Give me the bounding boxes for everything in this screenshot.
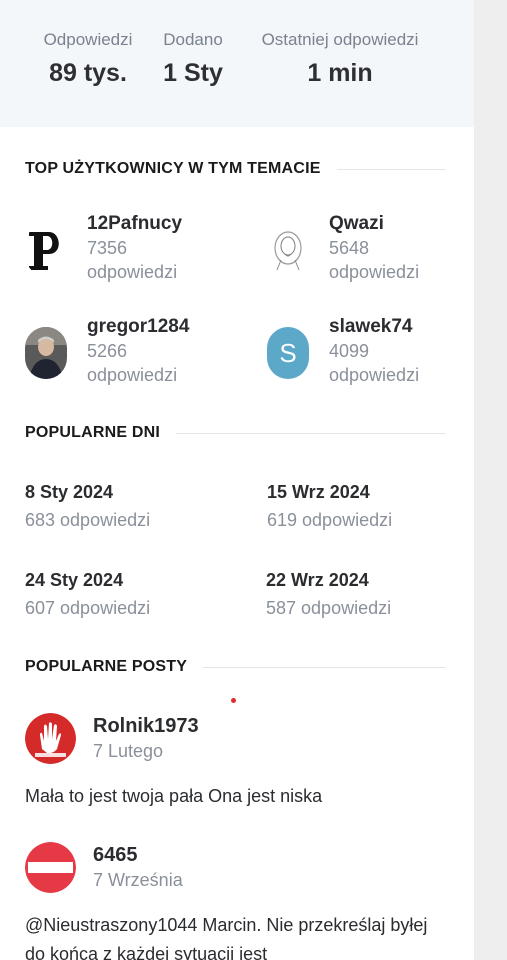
section-title: POPULARNE POSTY (25, 658, 188, 675)
avatar[interactable] (25, 842, 76, 893)
thread-sidebar: Odpowiedzi 89 tys. Dodano 1 Sty Ostatnie… (0, 0, 474, 960)
avatar[interactable] (267, 224, 309, 276)
reply-unit: odpowiedzi (87, 365, 178, 385)
day-date: 15 Wrz 2024 (267, 482, 370, 502)
top-user-12pafnucy[interactable]: 12Pafnucy 7356 odpowiedzi (25, 212, 182, 284)
popular-days-header: POPULARNE DNI (25, 424, 446, 442)
page-gutter (474, 0, 507, 960)
divider (336, 168, 446, 170)
thread-stats: Odpowiedzi 89 tys. Dodano 1 Sty Ostatnie… (0, 0, 474, 127)
stat-label: Dodano (163, 30, 223, 49)
user-photo-icon (25, 327, 67, 379)
reply-unit: odpowiedzi (329, 365, 420, 385)
author-name[interactable]: Rolnik1973 (93, 714, 199, 738)
letter-p-logo-icon (25, 224, 67, 276)
unread-dot (231, 698, 236, 703)
divider (176, 432, 446, 434)
day-count: 607 odpowiedzi (25, 598, 151, 618)
stat-added: Dodano 1 Sty (158, 30, 228, 127)
top-user-gregor1284[interactable]: gregor1284 5266 odpowiedzi (25, 315, 189, 387)
post-text[interactable]: @Nieustraszony1044 Marcin. Nie przekreśl… (25, 911, 445, 960)
popular-day[interactable]: 15 Wrz 2024 619 odpowiedzi (267, 480, 392, 532)
reply-unit: odpowiedzi (329, 262, 420, 282)
avatar[interactable] (25, 224, 67, 276)
user-name[interactable]: 12Pafnucy (87, 212, 182, 236)
author-name[interactable]: 6465 (93, 843, 183, 867)
day-date: 8 Sty 2024 (25, 482, 114, 502)
day-count: 587 odpowiedzi (266, 598, 392, 618)
day-count: 683 odpowiedzi (25, 510, 151, 530)
avatar[interactable]: S (267, 327, 309, 379)
reply-count: 5266 (87, 341, 128, 361)
avatar[interactable] (25, 713, 76, 764)
reply-count: 5648 (329, 238, 370, 258)
popular-posts-header: POPULARNE POSTY (25, 658, 446, 676)
day-count: 619 odpowiedzi (267, 510, 393, 530)
avatar-letter: S (279, 337, 297, 368)
reply-unit: odpowiedzi (87, 262, 178, 282)
no-entry-sign-icon (25, 842, 76, 893)
top-user-qwazi[interactable]: Qwazi 5648 odpowiedzi (267, 212, 419, 284)
day-date: 24 Sty 2024 (25, 570, 124, 590)
popular-day[interactable]: 8 Sty 2024 683 odpowiedzi (25, 480, 150, 532)
popular-day[interactable]: 22 Wrz 2024 587 odpowiedzi (266, 568, 391, 620)
day-date: 22 Wrz 2024 (266, 570, 369, 590)
post-text[interactable]: Mała to jest twoja pała Ona jest niska (25, 782, 445, 811)
post-date: 7 Lutego (93, 741, 164, 761)
stat-label: Ostatniej odpowiedzi (261, 30, 419, 49)
stat-last-reply[interactable]: Ostatniej odpowiedzi 1 min (243, 30, 437, 127)
top-users-header: TOP UŻYTKOWNICY W TYM TEMACIE (25, 160, 446, 178)
post-author-rolnik1973[interactable]: Rolnik1973 7 Lutego (25, 713, 199, 764)
section-title: POPULARNE DNI (25, 424, 161, 441)
sketch-portrait-icon (267, 224, 309, 276)
popular-day[interactable]: 24 Sty 2024 607 odpowiedzi (25, 568, 150, 620)
user-name[interactable]: gregor1284 (87, 315, 189, 339)
post-author-6465[interactable]: 6465 7 Września (25, 842, 183, 893)
user-name[interactable]: slawek74 (329, 315, 419, 339)
stat-value: 89 tys. (49, 59, 127, 87)
red-hand-logo-icon (25, 713, 76, 764)
stat-value: 1 Sty (163, 59, 223, 87)
post-date: 7 Września (93, 870, 183, 890)
reply-count: 4099 (329, 341, 370, 361)
top-user-slawek74[interactable]: S slawek74 4099 odpowiedzi (267, 315, 419, 387)
reply-count: 7356 (87, 238, 128, 258)
stat-value: 1 min (307, 59, 373, 87)
avatar[interactable] (25, 327, 67, 379)
divider (203, 666, 446, 668)
stat-replies: Odpowiedzi 89 tys. (33, 30, 143, 127)
section-title: TOP UŻYTKOWNICY W TYM TEMACIE (25, 160, 321, 177)
stat-label: Odpowiedzi (43, 30, 133, 49)
user-name[interactable]: Qwazi (329, 212, 419, 236)
